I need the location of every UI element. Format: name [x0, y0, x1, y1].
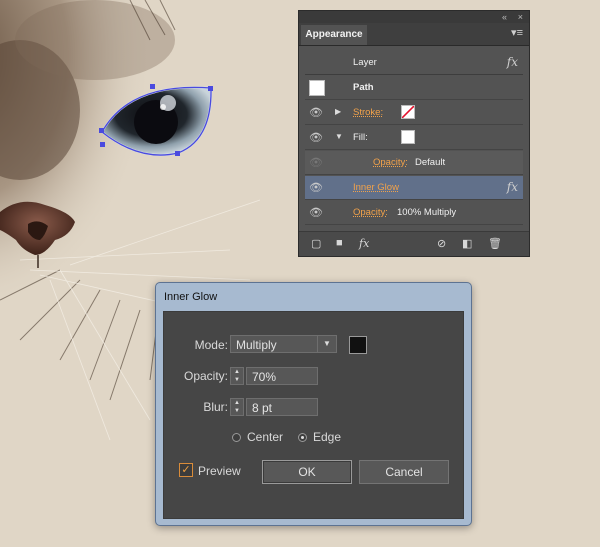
- appearance-panel: « × Appearance ▾≡ Layer fx Path 👁 ▶ Stro…: [298, 10, 530, 257]
- dialog-body: Mode: Multiply ▼ Opacity: ▲ ▼ 70% Blur: ▲…: [163, 311, 464, 519]
- visibility-eye-icon[interactable]: 👁: [308, 206, 324, 220]
- collapse-icon[interactable]: «: [502, 11, 507, 23]
- center-radio[interactable]: [232, 433, 241, 442]
- fx-icon[interactable]: fx: [507, 55, 518, 69]
- cancel-button[interactable]: Cancel: [359, 460, 449, 484]
- visibility-eye-icon[interactable]: 👁: [308, 131, 324, 145]
- fx-icon[interactable]: fx: [507, 180, 518, 194]
- add-stroke-icon[interactable]: ▢: [311, 237, 321, 250]
- clear-appearance-icon[interactable]: ⊘: [437, 237, 446, 250]
- path-thumbnail: [309, 80, 325, 96]
- fill-opacity-value: Default: [415, 157, 446, 168]
- panel-tab-bar: Appearance ▾≡: [299, 23, 529, 46]
- ok-button[interactable]: OK: [262, 460, 352, 484]
- add-fill-icon[interactable]: ■: [336, 237, 343, 249]
- collapse-triangle-icon[interactable]: ▼: [335, 132, 343, 141]
- visibility-eye-icon[interactable]: 👁: [308, 181, 324, 195]
- row-opacity[interactable]: 👁 Opacity: 100% Multiply: [305, 201, 523, 225]
- path-label: Path: [353, 82, 374, 93]
- mode-value: Multiply: [236, 338, 277, 352]
- stroke-label[interactable]: Stroke:: [353, 107, 383, 118]
- blur-input[interactable]: 8 pt: [246, 398, 318, 416]
- dialog-title: Inner Glow: [164, 291, 218, 303]
- stepper-arrows-icon[interactable]: ▲ ▼: [230, 367, 244, 385]
- inner-glow-label[interactable]: Inner Glow: [353, 182, 399, 193]
- inner-glow-dialog: Inner Glow Mode: Multiply ▼ Opacity: ▲ ▼ …: [155, 282, 472, 526]
- fill-label[interactable]: Fill:: [353, 132, 368, 143]
- layer-label: Layer: [353, 57, 377, 68]
- duplicate-item-icon[interactable]: ◧: [462, 237, 472, 250]
- glow-color-swatch[interactable]: [349, 336, 367, 354]
- edge-label[interactable]: Edge: [313, 430, 341, 444]
- blur-field-label: Blur:: [203, 400, 228, 414]
- add-effect-icon[interactable]: fx: [359, 237, 369, 250]
- fill-opacity-label[interactable]: Opacity:: [373, 157, 408, 168]
- row-fill[interactable]: 👁 ▼ Fill:: [305, 126, 523, 150]
- opacity-stepper[interactable]: ▲ ▼ 70%: [230, 367, 318, 385]
- opacity-label[interactable]: Opacity:: [353, 207, 388, 218]
- close-icon[interactable]: ×: [518, 11, 523, 23]
- stepper-arrows-icon[interactable]: ▲ ▼: [230, 398, 244, 416]
- expand-triangle-icon[interactable]: ▶: [335, 107, 341, 116]
- opacity-input[interactable]: 70%: [246, 367, 318, 385]
- visibility-eye-icon[interactable]: 👁: [308, 156, 324, 170]
- center-label[interactable]: Center: [247, 430, 283, 444]
- stroke-swatch-none[interactable]: [401, 105, 415, 119]
- opacity-value: 100% Multiply: [397, 207, 457, 218]
- visibility-eye-icon[interactable]: 👁: [308, 106, 324, 120]
- panel-menu-icon[interactable]: ▾≡: [511, 26, 523, 39]
- panel-bottom-bar: ▢ ■ fx ⊘ ◧ 🗑: [299, 231, 529, 256]
- delete-item-icon[interactable]: 🗑: [488, 237, 502, 250]
- edge-radio[interactable]: [298, 433, 307, 442]
- preview-label[interactable]: Preview: [198, 464, 241, 478]
- preview-checkbox[interactable]: ✓: [179, 463, 193, 477]
- mode-label: Mode:: [194, 338, 228, 352]
- row-inner-glow[interactable]: 👁 Inner Glow fx: [305, 176, 523, 200]
- tab-appearance[interactable]: Appearance: [301, 25, 367, 45]
- panel-top-strip: [299, 11, 529, 23]
- row-path[interactable]: Path: [305, 76, 523, 100]
- row-layer[interactable]: Layer fx: [305, 51, 523, 75]
- blur-stepper[interactable]: ▲ ▼ 8 pt: [230, 398, 318, 416]
- row-stroke[interactable]: 👁 ▶ Stroke:: [305, 101, 523, 125]
- row-fill-opacity[interactable]: 👁 Opacity: Default: [305, 151, 523, 175]
- mode-dropdown[interactable]: Multiply ▼: [230, 335, 337, 353]
- chevron-down-icon[interactable]: ▼: [317, 336, 336, 352]
- opacity-field-label: Opacity:: [183, 369, 228, 383]
- fill-swatch-white[interactable]: [401, 130, 415, 144]
